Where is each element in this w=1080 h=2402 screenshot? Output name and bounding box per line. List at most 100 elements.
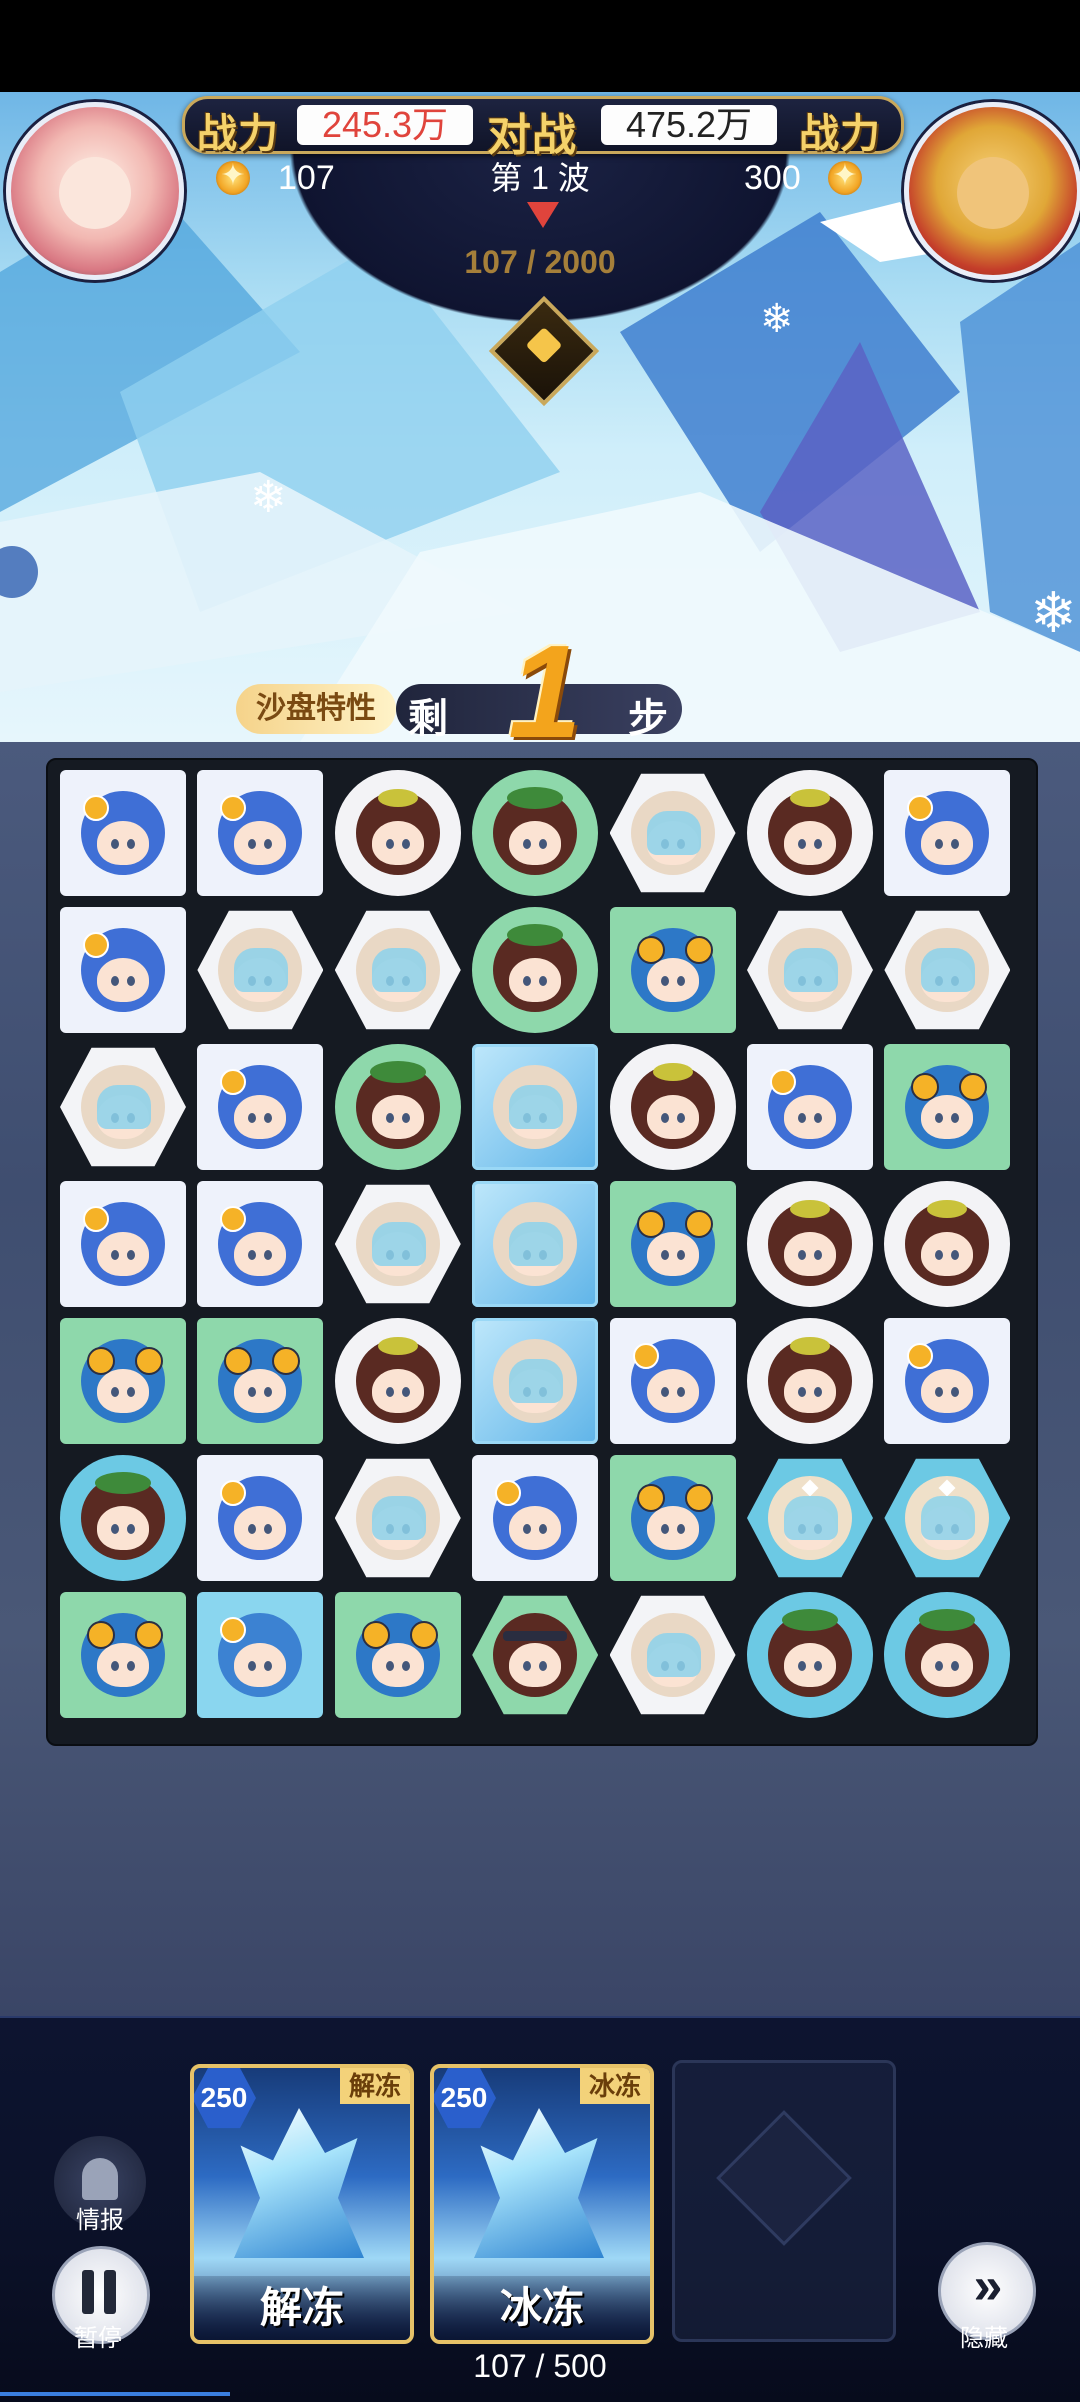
character-head-icon [630, 1063, 715, 1149]
eye-icon [111, 976, 119, 986]
tile-brown-leaf [609, 1044, 736, 1170]
intel-label: 情报 [76, 2207, 124, 2234]
board-cell[interactable] [195, 768, 325, 898]
eye-icon [385, 1661, 394, 1671]
eye-icon [111, 839, 119, 849]
coin-accessory-icon [83, 795, 109, 821]
board-cell[interactable] [58, 1453, 188, 1583]
board-cell[interactable] [882, 768, 1012, 898]
skill-tag: 冰冻 [580, 2068, 650, 2104]
board-cell[interactable] [882, 1453, 1012, 1583]
board-cell[interactable] [333, 1590, 463, 1720]
board-cell[interactable] [745, 1316, 875, 1446]
eye-icon [111, 1661, 119, 1671]
board-cell[interactable] [58, 1316, 188, 1446]
board-cell[interactable] [333, 1316, 463, 1446]
coin-accessory-icon [220, 1480, 247, 1506]
board-cell[interactable] [882, 1590, 1012, 1720]
eye-icon [814, 1387, 822, 1397]
board-cell[interactable] [195, 1042, 325, 1172]
gog1-accessory-icon [636, 1210, 665, 1238]
eye-icon [401, 1661, 410, 1671]
board-cell[interactable] [58, 1042, 188, 1172]
board-cell[interactable] [333, 1042, 463, 1172]
tile-beige-visor [609, 1595, 736, 1715]
character-head-icon [81, 1472, 165, 1560]
character-head-icon [768, 1337, 852, 1423]
board-cell[interactable] [745, 1042, 875, 1172]
board-cell[interactable] [608, 1453, 738, 1583]
board-cell[interactable] [745, 1453, 875, 1583]
board-cell[interactable] [58, 1590, 188, 1720]
character-head-icon [355, 928, 440, 1012]
skill-card-thaw[interactable]: 解冻 250 解冻 [190, 2064, 414, 2344]
board-cell[interactable] [333, 905, 463, 1035]
board-cell[interactable] [745, 1179, 875, 1309]
steps-count: 1 [508, 618, 582, 765]
eye-icon [798, 839, 806, 849]
eye-icon [660, 1524, 669, 1534]
ice-crystal-icon [234, 2108, 364, 2258]
board-cell[interactable] [608, 1590, 738, 1720]
character-head-icon [355, 1613, 440, 1697]
character-head-icon [81, 1202, 165, 1286]
board-cell[interactable] [608, 1316, 738, 1446]
board-cell[interactable] [745, 905, 875, 1035]
leaf-accessory-icon [927, 1200, 968, 1218]
gog1-accessory-icon [361, 1621, 390, 1649]
gog2-accessory-icon [272, 1347, 301, 1375]
board-cell[interactable] [195, 1453, 325, 1583]
character-head-icon [493, 1613, 578, 1697]
tile-brown-leaf [334, 770, 461, 896]
board-cell[interactable] [58, 905, 188, 1035]
skill-card-freeze[interactable]: 冰冻 250 冰冻 [430, 2064, 654, 2344]
board-cell[interactable] [608, 1179, 738, 1309]
eye-icon [385, 1387, 394, 1397]
board-cell[interactable] [195, 905, 325, 1035]
board-cell[interactable] [608, 1042, 738, 1172]
eye-icon [676, 1250, 685, 1260]
face-skin [646, 1232, 699, 1276]
board-cell[interactable] [470, 1453, 600, 1583]
character-head-icon [630, 1476, 715, 1560]
board-cell[interactable] [745, 1590, 875, 1720]
pause-label: 暂停 [74, 2325, 122, 2352]
board-cell[interactable] [470, 768, 600, 898]
board-cell[interactable] [882, 1042, 1012, 1172]
left-score: 107 [278, 159, 335, 197]
board-cell[interactable] [58, 1179, 188, 1309]
board-cell[interactable] [333, 1179, 463, 1309]
board-cell[interactable] [882, 905, 1012, 1035]
tile-ice [472, 1181, 599, 1307]
face-skin [784, 1369, 836, 1413]
face-skin [371, 1095, 424, 1139]
board-cell[interactable] [470, 1590, 600, 1720]
board-cell[interactable] [745, 768, 875, 898]
board-cell[interactable] [195, 1179, 325, 1309]
tile-blue-coin [60, 1181, 186, 1307]
gog1-accessory-icon [87, 1347, 115, 1375]
board-cell[interactable] [608, 768, 738, 898]
board-cell[interactable] [882, 1316, 1012, 1446]
board-cell[interactable] [470, 1316, 600, 1446]
tile-blue-coin [197, 1455, 324, 1581]
board-cell[interactable] [58, 768, 188, 898]
board-cell[interactable] [195, 1590, 325, 1720]
board-cell[interactable] [608, 905, 738, 1035]
eye-icon [401, 839, 410, 849]
sandbox-trait-button[interactable]: 沙盘特性 [236, 684, 396, 734]
player-avatar[interactable] [6, 102, 184, 280]
eye-icon [111, 1524, 119, 1534]
tile-brown-leafg [472, 907, 599, 1033]
board-cell[interactable] [195, 1316, 325, 1446]
character-head-icon [630, 791, 715, 875]
opponent-avatar[interactable] [904, 102, 1080, 280]
board-cell[interactable] [470, 1042, 600, 1172]
board-cell[interactable] [470, 905, 600, 1035]
board-cell[interactable] [882, 1179, 1012, 1309]
character-head-icon [218, 1065, 303, 1149]
board-cell[interactable] [333, 1453, 463, 1583]
board-cell[interactable] [333, 768, 463, 898]
board-cell[interactable] [470, 1179, 600, 1309]
tile-blue-coin [197, 1181, 324, 1307]
